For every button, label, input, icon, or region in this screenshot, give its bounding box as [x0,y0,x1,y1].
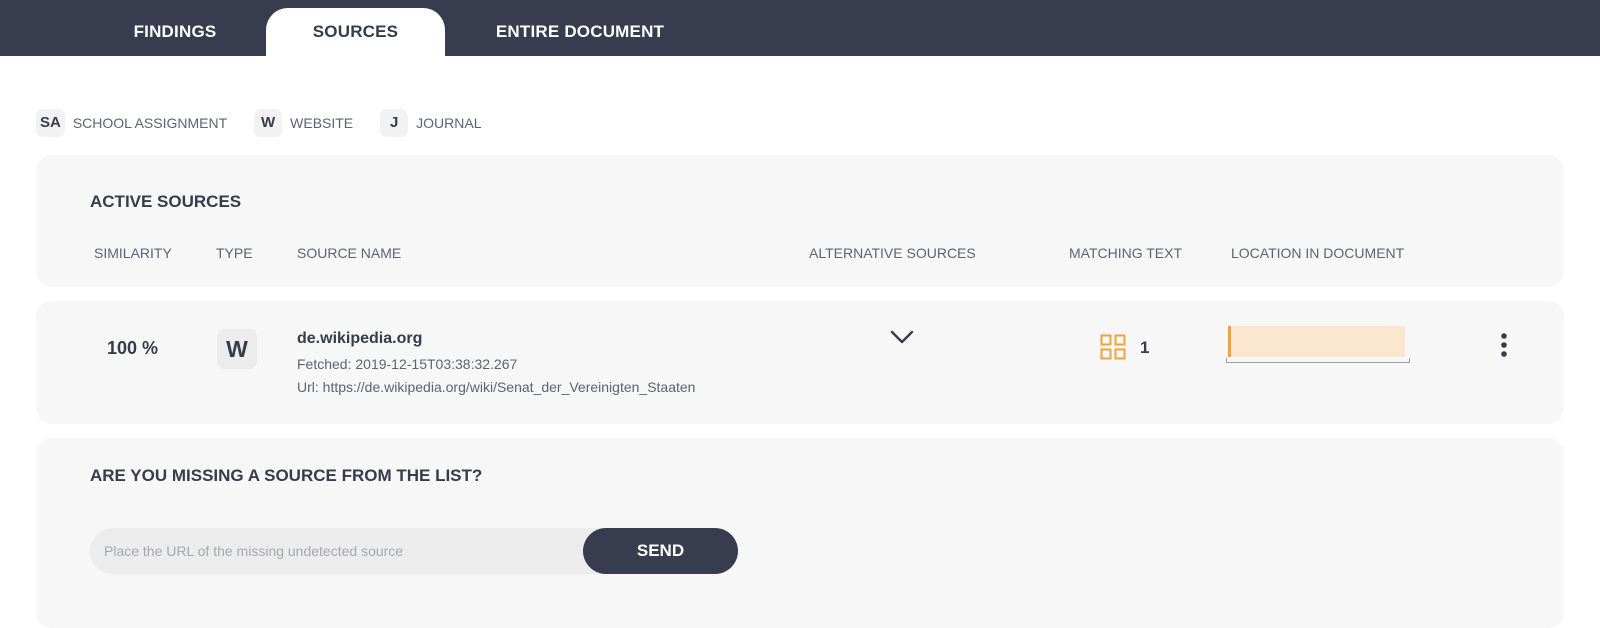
active-sources-header: ACTIVE SOURCES SIMILARITY TYPE SOURCE NA… [36,155,1564,287]
source-name[interactable]: de.wikipedia.org [297,330,422,348]
column-header-type[interactable]: TYPE [216,245,253,261]
missing-source-url-input[interactable] [90,528,610,574]
location-highlight [1228,326,1405,357]
similarity-value: 100 % [107,338,159,358]
legend-label: WEBSITE [290,115,354,131]
matching-text-count: 1 [1140,338,1150,357]
missing-source-section: ARE YOU MISSING A SOURCE FROM THE LIST? … [36,438,1564,628]
location-axis [1226,358,1410,363]
column-header-location: LOCATION IN DOCUMENT [1231,245,1405,261]
source-fetched-date: Fetched: 2019-12-15T03:38:32.267 [297,356,518,372]
missing-source-form: SEND [90,528,738,574]
tab-findings[interactable]: FINDINGS [110,8,240,56]
tab-entire-document[interactable]: ENTIRE DOCUMENT [470,8,690,56]
section-title: ARE YOU MISSING A SOURCE FROM THE LIST? [90,466,483,485]
legend-label: SCHOOL ASSIGNMENT [72,115,228,131]
legend-item-website: W WEBSITE [254,109,353,137]
section-title: ACTIVE SOURCES [90,192,242,211]
legend-badge: J [380,109,409,137]
column-header-matching-text: MATCHING TEXT [1069,245,1183,261]
tab-bar: FINDINGS SOURCES ENTIRE DOCUMENT [0,0,1600,56]
alternative-sources-toggle[interactable] [888,325,916,349]
source-row[interactable]: 100 % W de.wikipedia.org Fetched: 2019-1… [36,301,1564,424]
source-url: Url: https://de.wikipedia.org/wiki/Senat… [297,379,696,395]
legend-badge: W [254,109,283,137]
tab-sources[interactable]: SOURCES [266,8,445,56]
kebab-menu-icon [1501,333,1507,357]
chevron-down-icon [890,330,914,344]
column-header-similarity[interactable]: SIMILARITY [94,245,172,261]
matching-text-button[interactable] [1100,334,1126,360]
location-in-document-bar[interactable] [1226,326,1414,364]
legend-badge: SA [36,109,65,137]
send-button[interactable]: SEND [583,528,738,574]
legend-label: JOURNAL [416,115,482,131]
legend-item-journal: J JOURNAL [380,109,482,137]
source-type-legend: SA SCHOOL ASSIGNMENT W WEBSITE J JOURNAL [36,109,509,137]
grid-icon [1100,334,1126,360]
row-menu-button[interactable] [1497,329,1511,361]
column-header-source-name[interactable]: SOURCE NAME [297,245,401,261]
column-header-alternative-sources: ALTERNATIVE SOURCES [809,245,976,261]
source-type-badge: W [217,329,257,369]
legend-item-school-assignment: SA SCHOOL ASSIGNMENT [36,109,227,137]
